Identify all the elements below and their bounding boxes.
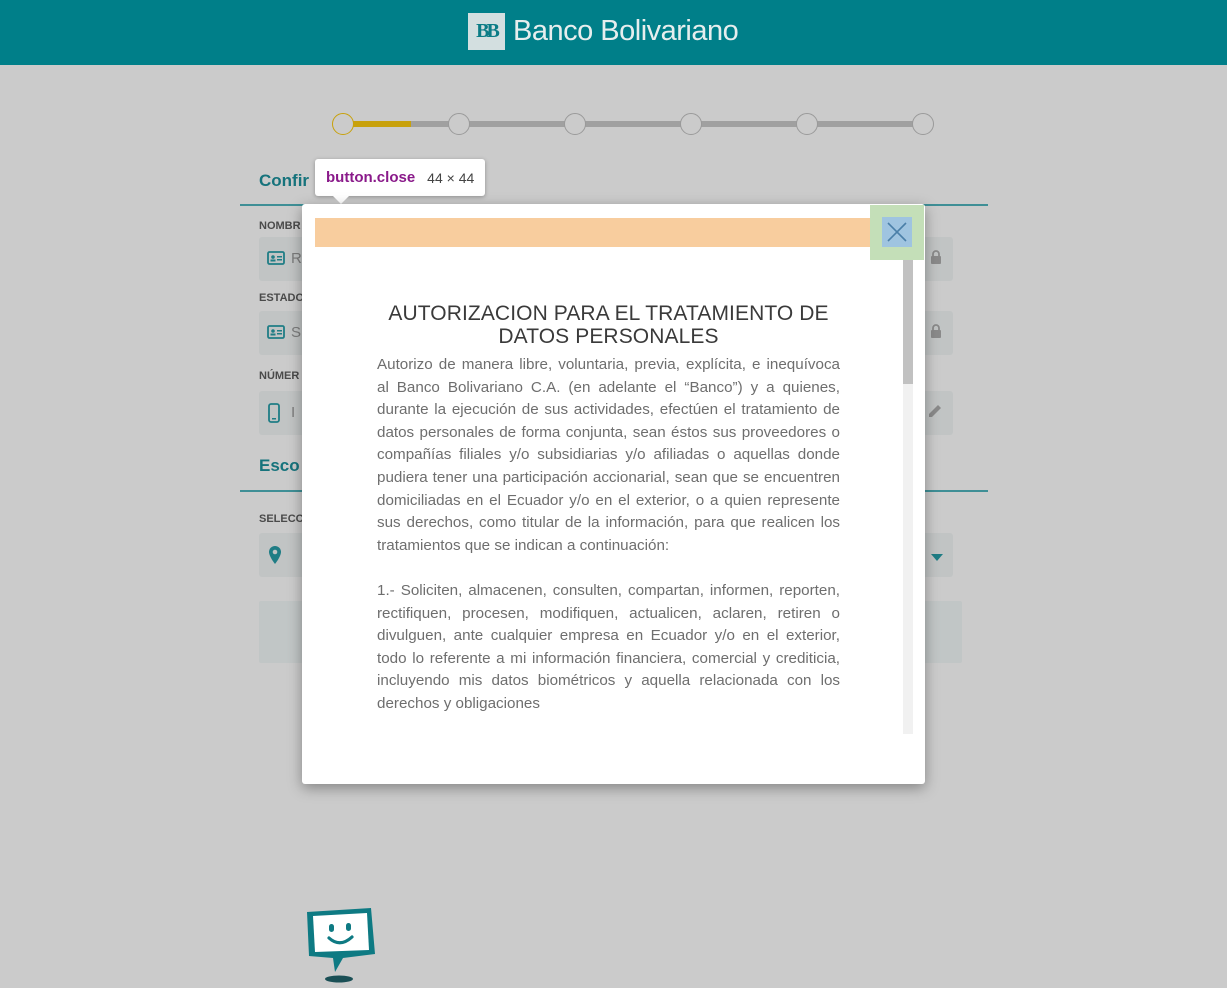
step-5 <box>796 113 818 135</box>
chevron-down-icon <box>931 549 943 565</box>
field-label-select: SELECC <box>259 513 304 525</box>
step-3 <box>564 113 586 135</box>
step-1 <box>332 113 354 135</box>
section-title-choose: Esco <box>259 456 300 475</box>
section-title-confirm: Confir <box>259 171 310 190</box>
edit-icon[interactable] <box>927 403 943 422</box>
number-value: I <box>291 404 296 421</box>
lock-icon <box>929 323 943 342</box>
modal-header-highlight <box>315 218 873 247</box>
id-card-icon <box>267 323 285 341</box>
scrollbar-thumb[interactable] <box>903 260 913 384</box>
consent-paragraph-1: Autorizo de manera libre, voluntaria, pr… <box>377 356 840 554</box>
step-6 <box>912 113 934 135</box>
consent-paragraph-2: 1.- Soliciten, almacenen, consulten, com… <box>377 581 840 712</box>
step-line <box>411 121 927 127</box>
inspector-size: 44 × 44 <box>427 169 475 186</box>
brand-mark-icon: BB <box>468 13 505 50</box>
top-header: BB Banco Bolivariano <box>0 0 1227 65</box>
field-label-status: ESTADO <box>259 292 305 304</box>
inspector-tooltip: button.close 44 × 44 <box>315 159 486 204</box>
phone-icon <box>267 403 285 423</box>
field-label-number: NÚMER <box>259 370 300 382</box>
id-card-icon <box>267 249 285 267</box>
name-value: R <box>291 250 302 267</box>
consent-modal: AUTORIZACION PARA EL TRATAMIENTO DE DATO… <box>302 204 925 784</box>
progress-stepper <box>332 113 936 135</box>
status-value: S <box>291 324 302 341</box>
lock-icon <box>929 249 943 268</box>
brand-name: Banco Bolivariano <box>513 15 739 47</box>
close-button[interactable] <box>882 217 912 247</box>
location-pin-icon <box>267 545 285 564</box>
step-4 <box>680 113 702 135</box>
chat-assistant-mascot-icon[interactable] <box>299 906 379 984</box>
field-label-name: NOMBR <box>259 220 301 232</box>
brand-logo: BB Banco Bolivariano <box>468 13 739 50</box>
step-line-progress <box>352 121 411 127</box>
inspector-selector: button.close <box>326 169 416 186</box>
modal-title: AUTORIZACION PARA EL TRATAMIENTO DE DATO… <box>388 302 829 348</box>
step-2 <box>448 113 470 135</box>
close-icon <box>887 222 907 242</box>
modal-body[interactable]: Autorizo de manera libre, voluntaria, pr… <box>377 354 840 734</box>
